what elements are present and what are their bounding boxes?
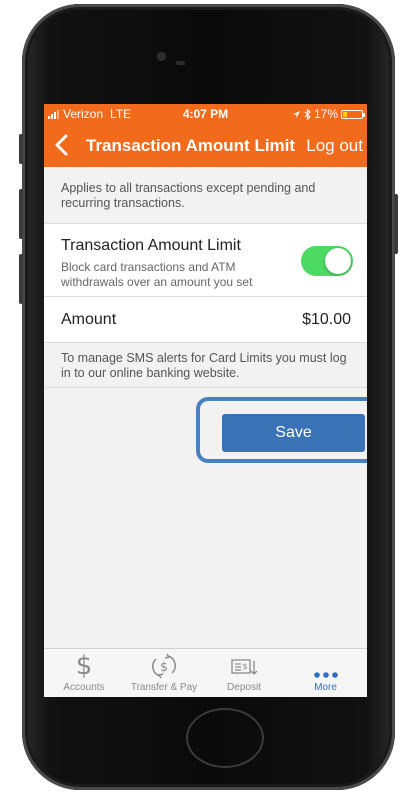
mute-switch bbox=[19, 134, 23, 164]
status-right: 17% bbox=[292, 107, 365, 121]
more-icon bbox=[313, 672, 338, 678]
front-camera bbox=[158, 53, 165, 60]
battery-icon bbox=[341, 109, 365, 119]
tab-accounts-label: Accounts bbox=[63, 682, 105, 693]
amount-value[interactable]: $10.00 bbox=[302, 311, 351, 329]
earpiece-speaker bbox=[176, 61, 185, 65]
battery-percent: 17% bbox=[313, 107, 338, 121]
toggle-knob bbox=[325, 248, 351, 274]
amount-row[interactable]: Amount $10.00 bbox=[44, 297, 367, 343]
bluetooth-icon bbox=[304, 108, 311, 120]
tab-accounts[interactable]: $ Accounts bbox=[44, 649, 124, 697]
power-button bbox=[394, 194, 398, 254]
tab-bar: $ Accounts $ Transfer & Pay $ Deposit Mo… bbox=[44, 648, 367, 697]
transfer-pay-icon: $ bbox=[152, 653, 176, 679]
transaction-limit-title: Transaction Amount Limit bbox=[61, 237, 241, 254]
tab-transfer-pay-label: Transfer & Pay bbox=[130, 682, 198, 693]
tab-more[interactable]: More bbox=[284, 649, 367, 697]
transaction-limit-subtitle: Block card transactions and ATM withdraw… bbox=[61, 260, 253, 289]
volume-down-button bbox=[19, 254, 23, 304]
logout-link[interactable]: Log out bbox=[306, 136, 363, 156]
app-screen: Verizon LTE 4:07 PM 17% Transaction Amou… bbox=[44, 104, 367, 697]
dollar-icon: $ bbox=[75, 651, 93, 681]
save-button[interactable]: Save bbox=[222, 414, 365, 452]
page-title: Transaction Amount Limit bbox=[86, 136, 296, 155]
transaction-limit-row: Transaction Amount Limit Block card tran… bbox=[44, 224, 367, 297]
nav-bar: Transaction Amount Limit Log out bbox=[44, 124, 367, 167]
location-icon bbox=[292, 110, 301, 118]
status-bar: Verizon LTE 4:07 PM 17% bbox=[44, 104, 367, 124]
svg-text:$: $ bbox=[242, 662, 247, 671]
back-chevron-icon[interactable] bbox=[52, 133, 72, 157]
tab-transfer-pay[interactable]: $ Transfer & Pay bbox=[124, 649, 204, 697]
amount-label: Amount bbox=[61, 311, 117, 328]
deposit-check-icon: $ bbox=[231, 659, 258, 675]
svg-text:$: $ bbox=[160, 660, 168, 674]
tab-more-label: More bbox=[314, 682, 337, 693]
transaction-limit-toggle[interactable] bbox=[301, 246, 353, 276]
home-button[interactable] bbox=[186, 708, 264, 768]
tab-deposit[interactable]: $ Deposit bbox=[204, 649, 284, 697]
settings-content: Applies to all transactions except pendi… bbox=[44, 167, 367, 388]
applies-note: Applies to all transactions except pendi… bbox=[44, 167, 367, 224]
tab-deposit-label: Deposit bbox=[227, 682, 261, 693]
sms-alerts-note: To manage SMS alerts for Card Limits you… bbox=[44, 343, 367, 388]
volume-up-button bbox=[19, 189, 23, 239]
